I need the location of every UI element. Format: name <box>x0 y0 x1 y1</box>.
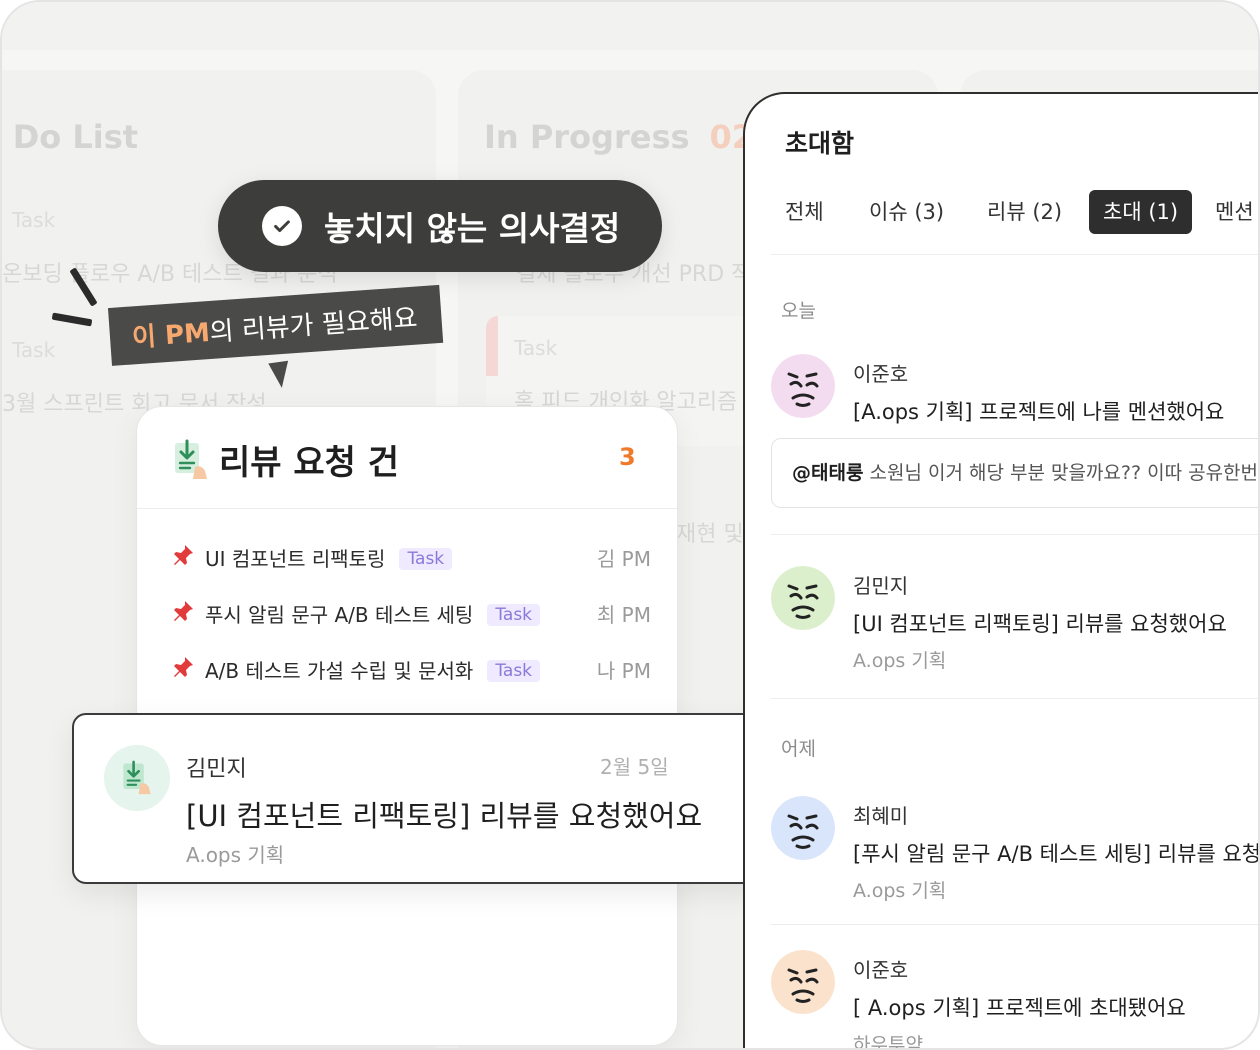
divider <box>771 254 1258 255</box>
task-badge: Task <box>487 604 541 626</box>
avatar <box>771 354 835 418</box>
inbox-panel: 초대함 전체 이슈 (3) 리뷰 (2) 초대 (1) 멘션 오늘 이준호 [A… <box>743 92 1260 1050</box>
mention-comment[interactable]: @태태룽 소원님 이거 해당 부분 맞을까요?? 이따 공유한번 해주세요 <box>771 438 1259 508</box>
card-header: 리뷰 요청 건 3 <box>137 407 677 509</box>
sender-name: 이준호 <box>853 362 909 386</box>
review-item-title: UI 컴포넌트 리팩토링 <box>205 547 386 571</box>
decision-pill: 놓치지 않는 의사결정 <box>218 180 662 272</box>
notification-message: [A.ops 기획] 프로젝트에 나를 멘션했어요 <box>853 400 1225 424</box>
inbox-item[interactable]: 최혜미 [푸시 알림 문구 A/B 테스트 세팅] 리뷰를 요청했어요 A.op… <box>771 796 1260 916</box>
divider <box>771 534 1258 535</box>
card-title: 리뷰 요청 건 <box>219 443 400 483</box>
sender-name: 김민지 <box>853 574 909 598</box>
review-item[interactable]: 푸시 알림 문구 A/B 테스트 세팅 Task 최 PM <box>171 593 651 633</box>
section-label-today: 오늘 <box>781 300 816 322</box>
tag-text: 의 리뷰가 필요해요 <box>208 303 419 348</box>
inbox-item[interactable]: 이준호 [ A.ops 기획] 프로젝트에 초대됐어요 하우투약 <box>771 950 1258 1050</box>
tab-reviews[interactable]: 리뷰 (2) <box>987 190 1062 234</box>
tab-all[interactable]: 전체 <box>785 190 824 234</box>
avatar <box>771 566 835 630</box>
tag-highlight: 이 PM <box>131 317 211 353</box>
tab-mentions[interactable]: 멘션 <box>1215 190 1254 234</box>
avatar <box>771 950 835 1014</box>
column-title: In Progress 02 <box>484 118 755 156</box>
notification-date: 2월 5일 <box>600 755 669 779</box>
avatar <box>771 796 835 860</box>
notification-project: A.ops 기획 <box>186 843 285 867</box>
pin-icon <box>174 657 193 677</box>
notification-message: [UI 컴포넌트 리팩토링] 리뷰를 요청했어요 <box>853 612 1227 636</box>
comment-text: 소원님 이거 해당 부분 맞을까요?? 이따 공유한번 해주세요 <box>869 462 1259 484</box>
review-download-icon <box>104 745 170 811</box>
tag-tail <box>268 360 292 390</box>
app-frame: To Do List Task 온보딩 플로우 A/B 테스트 결과 분석 Ta… <box>0 0 1260 1050</box>
notification-sender: 김민지 <box>186 757 247 782</box>
tab-invites[interactable]: 초대 (1) <box>1089 190 1193 234</box>
divider <box>771 924 1258 925</box>
section-label-yesterday: 어제 <box>781 738 816 760</box>
task-badge: Task <box>487 660 541 682</box>
task-badge: Task <box>399 548 453 570</box>
review-item[interactable]: UI 컴포넌트 리팩토링 Task 김 PM <box>171 537 651 577</box>
inbox-item[interactable]: 김민지 [UI 컴포넌트 리팩토링] 리뷰를 요청했어요 A.ops 기획 <box>771 566 1258 686</box>
notification-message: [푸시 알림 문구 A/B 테스트 세팅] 리뷰를 요청했어요 <box>853 842 1260 866</box>
notification-project: A.ops 기획 <box>853 880 947 902</box>
notification-message: [ A.ops 기획] 프로젝트에 초대됐어요 <box>853 996 1186 1020</box>
inbox-title: 초대함 <box>785 129 855 158</box>
review-notification-card[interactable]: 김민지 2월 5일 [UI 컴포넌트 리팩토링] 리뷰를 요청했어요 A.ops… <box>72 713 772 884</box>
task-label: Task <box>12 338 56 362</box>
top-bar <box>2 2 1258 50</box>
review-item-title: 푸시 알림 문구 A/B 테스트 세팅 <box>205 603 474 627</box>
mention-handle: @태태룽 <box>792 462 864 484</box>
pin-icon <box>174 601 193 621</box>
card-count: 3 <box>619 443 636 471</box>
notification-project: A.ops 기획 <box>853 650 947 672</box>
divider <box>771 698 1258 699</box>
decision-text: 놓치지 않는 의사결정 <box>324 209 621 248</box>
review-item-title: A/B 테스트 가설 수립 및 문서화 <box>205 659 474 683</box>
task-title-fragment: 재현 및 <box>676 522 744 547</box>
notification-project: 하우투약 <box>853 1034 923 1050</box>
check-icon <box>262 206 302 246</box>
task-label: Task <box>12 208 56 232</box>
review-item-owner: 나 PM <box>596 659 651 683</box>
column-title: To Do List <box>2 118 139 156</box>
sender-name: 이준호 <box>853 958 909 982</box>
notification-message: [UI 컴포넌트 리팩토링] 리뷰를 요청했어요 <box>186 799 703 833</box>
review-item[interactable]: A/B 테스트 가설 수립 및 문서화 Task 나 PM <box>171 649 651 689</box>
sender-name: 최혜미 <box>853 804 909 828</box>
pin-icon <box>174 545 193 565</box>
task-label: Task <box>514 336 558 360</box>
review-item-owner: 최 PM <box>596 603 651 627</box>
review-download-icon <box>171 437 211 487</box>
tab-issues[interactable]: 이슈 (3) <box>869 190 944 234</box>
review-item-owner: 김 PM <box>596 547 651 571</box>
